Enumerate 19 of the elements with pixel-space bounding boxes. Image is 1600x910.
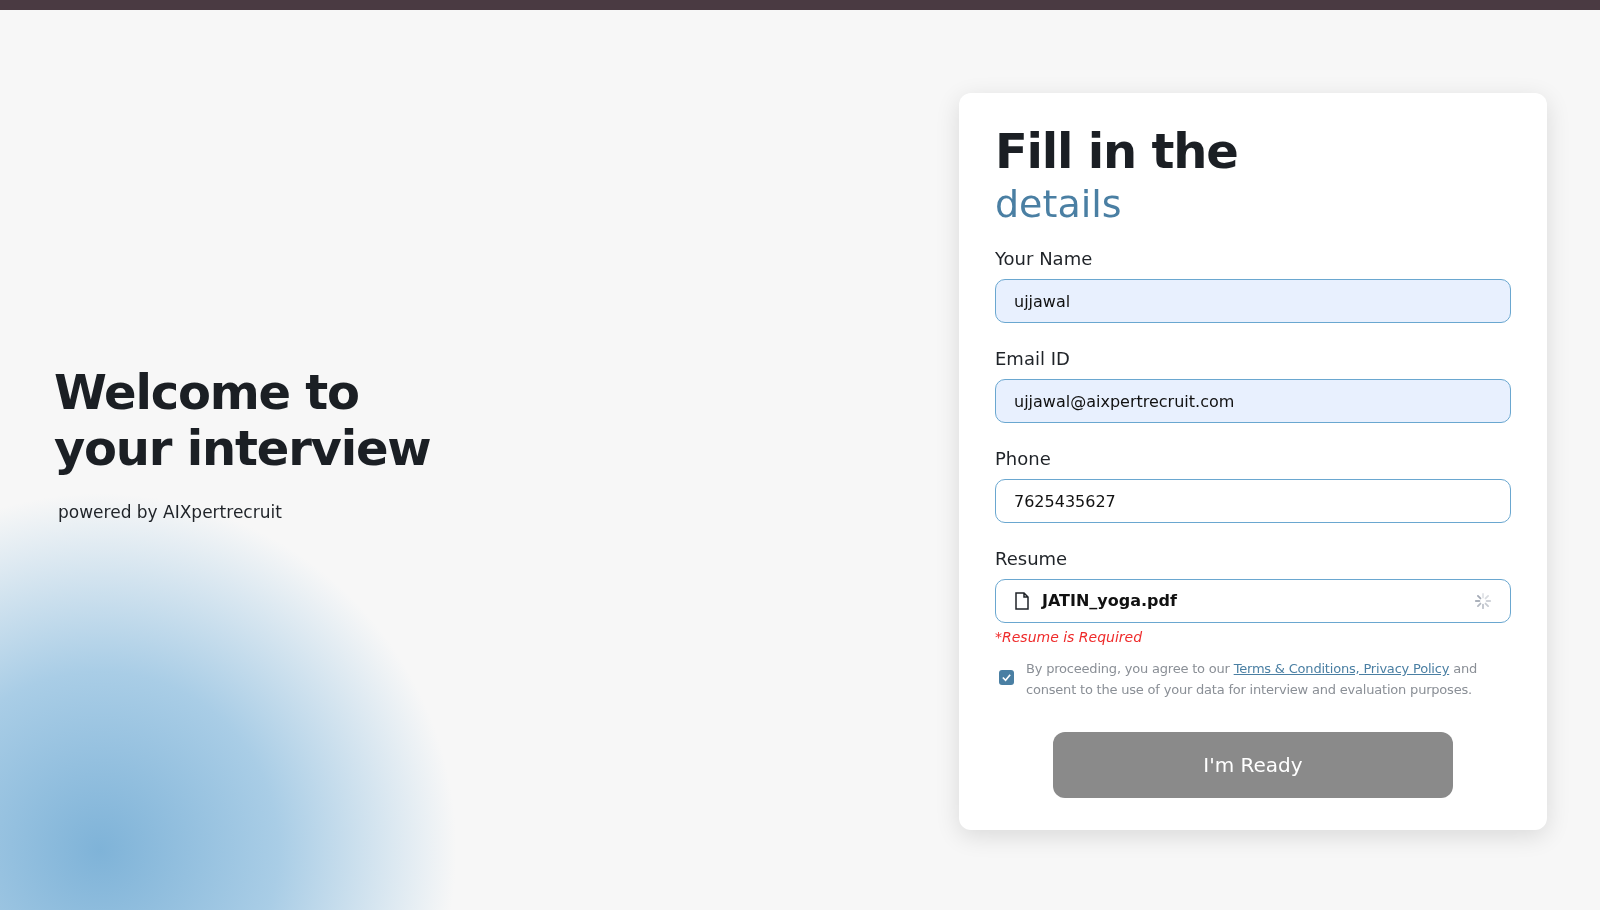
field-label: Your Name	[995, 247, 1093, 271]
hero-title: Welcome to your interview	[54, 364, 432, 477]
input-field[interactable]: ujjawal@aixpertrecruit.com	[995, 379, 1511, 423]
input-field[interactable]: 7625435627	[995, 479, 1511, 523]
error-message: *Resume is Required	[995, 628, 1143, 647]
terms-link[interactable]: Terms & Conditions, Privacy Policy	[1233, 661, 1450, 676]
consent-checkbox[interactable]	[999, 670, 1014, 685]
hero-subtitle: powered by AIXpertrecruit	[58, 501, 282, 525]
file-icon	[1014, 592, 1030, 610]
file-name: JATIN_yoga.pdf	[1042, 590, 1178, 612]
loading-spinner-icon	[1474, 592, 1492, 610]
file-field[interactable]: JATIN_yoga.pdf	[995, 579, 1511, 623]
input-field[interactable]: ujjawal	[995, 279, 1511, 323]
field-label: Phone	[995, 447, 1051, 471]
field-label: Email ID	[995, 347, 1070, 371]
field-label: Resume	[995, 547, 1068, 571]
form-title: Fill in the details	[995, 127, 1238, 223]
consent-text: By proceeding, you agree to our Terms & Conditions, Privacy Policy and consent to the use of your data for interview and evaluation purposes.	[1026, 660, 1478, 699]
checkmark-icon	[1001, 672, 1012, 683]
